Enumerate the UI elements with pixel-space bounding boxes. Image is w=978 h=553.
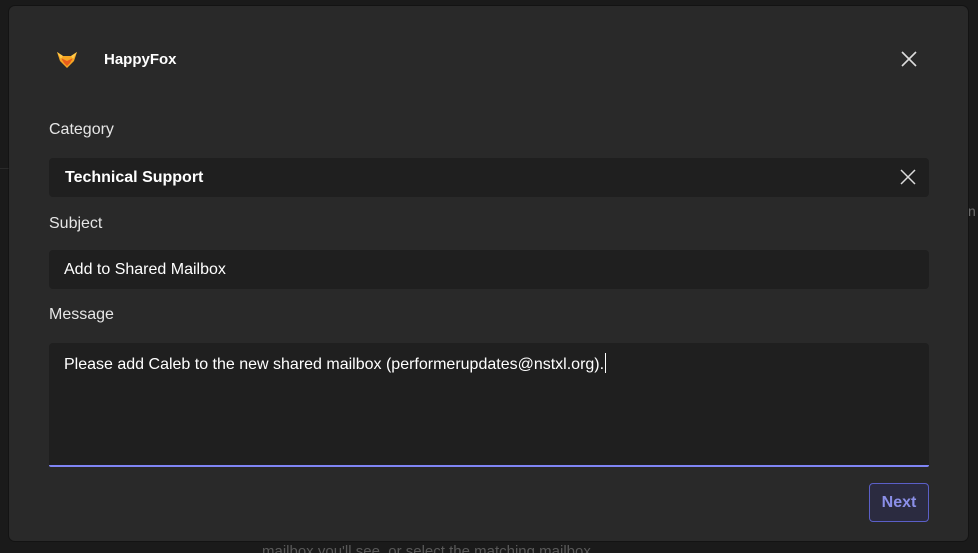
text-caret: [605, 353, 607, 373]
category-select[interactable]: Technical Support: [49, 158, 929, 197]
app-title: HappyFox: [104, 50, 177, 68]
category-value: Technical Support: [65, 168, 204, 186]
dialog-header: HappyFox: [48, 44, 177, 74]
fox-logo-icon: [56, 48, 78, 70]
subject-label: Subject: [49, 215, 103, 232]
message-textarea[interactable]: Please add Caleb to the new shared mailb…: [49, 343, 929, 467]
message-value: Please add Caleb to the new shared mailb…: [64, 356, 605, 373]
background-text-bottom: mailbox you'll see, or select the matchi…: [262, 543, 596, 553]
category-label: Category: [49, 121, 114, 138]
message-label: Message: [49, 306, 114, 323]
clear-icon[interactable]: [899, 168, 917, 186]
close-icon[interactable]: [898, 48, 920, 70]
background-text-right: n: [968, 203, 976, 219]
subject-input[interactable]: Add to Shared Mailbox: [49, 250, 929, 289]
next-button[interactable]: Next: [869, 483, 929, 522]
subject-value: Add to Shared Mailbox: [64, 260, 226, 278]
